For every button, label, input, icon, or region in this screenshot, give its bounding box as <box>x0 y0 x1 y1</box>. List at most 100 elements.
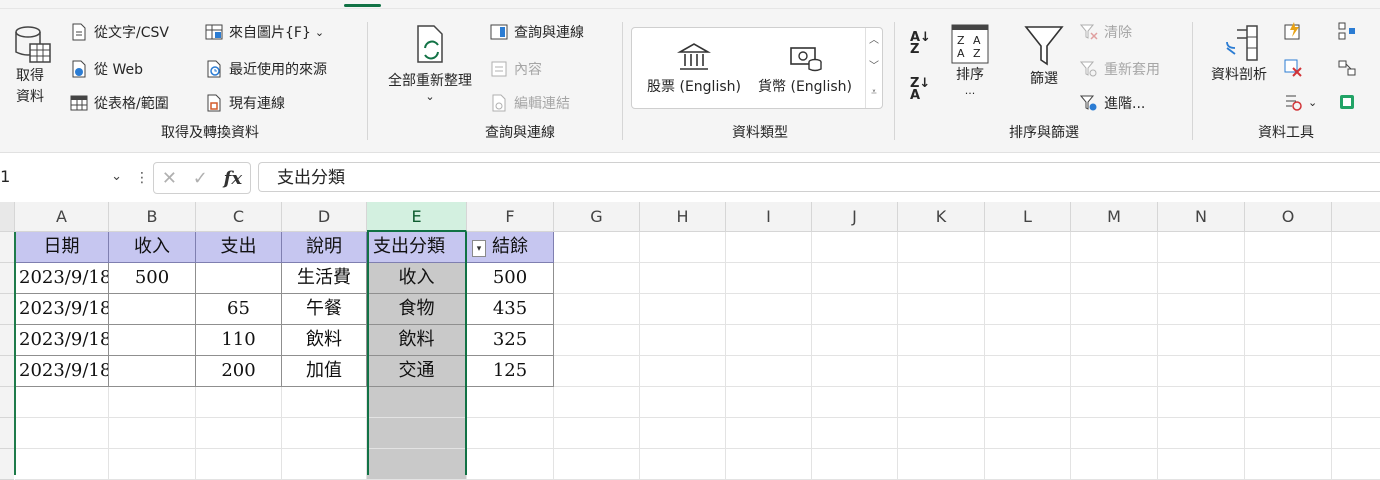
grid-cell[interactable] <box>467 449 554 480</box>
reapply-button[interactable]: 重新套用 <box>1080 59 1160 79</box>
grid-cell[interactable] <box>898 387 985 418</box>
grid-cell[interactable] <box>985 294 1071 325</box>
column-header-n[interactable]: N <box>1158 202 1245 232</box>
table-cell[interactable]: 飲料 <box>282 325 367 356</box>
advanced-filter-button[interactable]: 進階... <box>1080 93 1145 113</box>
from-picture-button[interactable]: 來自圖片{F} ⌄ <box>205 22 324 42</box>
table-header-cell[interactable]: 收入 <box>109 232 196 263</box>
currencies-button[interactable]: 貨幣 (English) <box>750 40 860 96</box>
grid-cell[interactable] <box>640 387 726 418</box>
table-cell[interactable] <box>109 325 196 356</box>
grid-cell[interactable] <box>812 356 898 387</box>
edit-links-button[interactable]: 編輯連結 <box>490 93 570 113</box>
grid-cell[interactable] <box>467 387 554 418</box>
grid-cell[interactable] <box>1158 387 1245 418</box>
grid-cell[interactable] <box>640 325 726 356</box>
grid-cell[interactable] <box>467 418 554 449</box>
grid-cell[interactable] <box>640 449 726 480</box>
grid-cell[interactable] <box>898 418 985 449</box>
sort-z-a-button[interactable]: Z↓ A <box>910 77 930 102</box>
column-header-h[interactable]: H <box>640 202 726 232</box>
relationships-button[interactable] <box>1338 59 1362 77</box>
grid-cell[interactable] <box>812 418 898 449</box>
table-cell[interactable]: 收入 <box>367 263 467 294</box>
sort-a-z-button[interactable]: A↓ Z <box>910 31 931 56</box>
table-cell[interactable] <box>109 356 196 387</box>
grid-cell[interactable] <box>1332 387 1380 418</box>
grid-cell[interactable] <box>1071 325 1158 356</box>
column-header-g[interactable]: G <box>554 202 640 232</box>
grid-cell[interactable] <box>726 418 812 449</box>
grid-cell[interactable] <box>640 232 726 263</box>
grid-cell[interactable] <box>1158 325 1245 356</box>
grid-cell[interactable] <box>898 232 985 263</box>
grid-cell[interactable] <box>554 387 640 418</box>
grid-cell[interactable] <box>1332 263 1380 294</box>
grid-cell[interactable] <box>554 418 640 449</box>
stocks-button[interactable]: 股票 (English) <box>638 40 750 96</box>
grid-cell[interactable] <box>15 387 109 418</box>
row-header[interactable] <box>0 449 14 480</box>
table-cell[interactable]: 435 <box>467 294 554 325</box>
grid-cell[interactable] <box>1245 263 1332 294</box>
column-header-j[interactable]: J <box>812 202 898 232</box>
grid-cell[interactable] <box>554 356 640 387</box>
table-cell[interactable]: 200 <box>196 356 282 387</box>
grid-cell[interactable] <box>1245 418 1332 449</box>
grid-cell[interactable] <box>640 356 726 387</box>
table-cell[interactable]: 65 <box>196 294 282 325</box>
gallery-expand-icon[interactable]: ⩡ <box>866 80 882 106</box>
grid-cell[interactable] <box>898 263 985 294</box>
grid-cell[interactable] <box>15 449 109 480</box>
table-cell[interactable]: 食物 <box>367 294 467 325</box>
grid-cell[interactable] <box>726 356 812 387</box>
formula-input[interactable]: 支出分類 <box>258 162 1380 192</box>
table-cell[interactable]: 2023/9/18 <box>15 356 109 387</box>
grid-cell[interactable] <box>1332 356 1380 387</box>
table-cell[interactable]: 2023/9/18 <box>15 325 109 356</box>
table-header-cell[interactable]: 支出 <box>196 232 282 263</box>
column-header-a[interactable]: A <box>15 202 109 232</box>
grid-cell[interactable] <box>985 263 1071 294</box>
row-header[interactable] <box>0 356 14 387</box>
grid-cell[interactable] <box>282 418 367 449</box>
column-header-m[interactable]: M <box>1071 202 1158 232</box>
grid-cell[interactable] <box>812 263 898 294</box>
queries-connections-button[interactable]: 查詢與連線 <box>490 22 584 42</box>
grid-cell[interactable] <box>812 294 898 325</box>
row-header[interactable] <box>0 325 14 356</box>
column-header-b[interactable]: B <box>109 202 196 232</box>
grid-cell[interactable] <box>554 263 640 294</box>
table-cell[interactable]: 2023/9/18 <box>15 263 109 294</box>
grid-cell[interactable] <box>1332 325 1380 356</box>
grid-cell[interactable] <box>1245 294 1332 325</box>
grid-cell[interactable] <box>554 232 640 263</box>
grid-cell[interactable] <box>726 294 812 325</box>
grid-cell[interactable] <box>985 449 1071 480</box>
grid-cell[interactable] <box>726 449 812 480</box>
grid-cell[interactable] <box>196 449 282 480</box>
grid-cell[interactable] <box>1158 418 1245 449</box>
row-header[interactable] <box>0 232 14 263</box>
grid-cell[interactable] <box>1158 356 1245 387</box>
grid-cell[interactable] <box>109 449 196 480</box>
from-text-csv-button[interactable]: 從文字/CSV <box>70 22 169 42</box>
grid-cell[interactable] <box>554 294 640 325</box>
filter-button[interactable]: 篩選 <box>1022 24 1066 88</box>
recent-sources-button[interactable]: 最近使用的來源 <box>205 59 327 79</box>
grid-cell[interactable] <box>898 325 985 356</box>
grid-cell[interactable] <box>282 449 367 480</box>
table-cell[interactable]: 交通 <box>367 356 467 387</box>
refresh-all-button[interactable]: 全部重新整理 ⌄ <box>380 24 480 103</box>
consolidate-button[interactable] <box>1338 22 1362 40</box>
column-header-f[interactable]: F <box>467 202 554 232</box>
from-web-button[interactable]: 從 Web <box>70 59 143 79</box>
table-cell[interactable]: 110 <box>196 325 282 356</box>
grid-cell[interactable] <box>1332 294 1380 325</box>
grid-cell[interactable] <box>898 294 985 325</box>
grid-cell[interactable] <box>985 356 1071 387</box>
column-header-p[interactable]: P <box>1332 202 1380 232</box>
grid-cell[interactable] <box>1332 418 1380 449</box>
grid-cell[interactable] <box>1071 232 1158 263</box>
grid-cell[interactable] <box>640 263 726 294</box>
